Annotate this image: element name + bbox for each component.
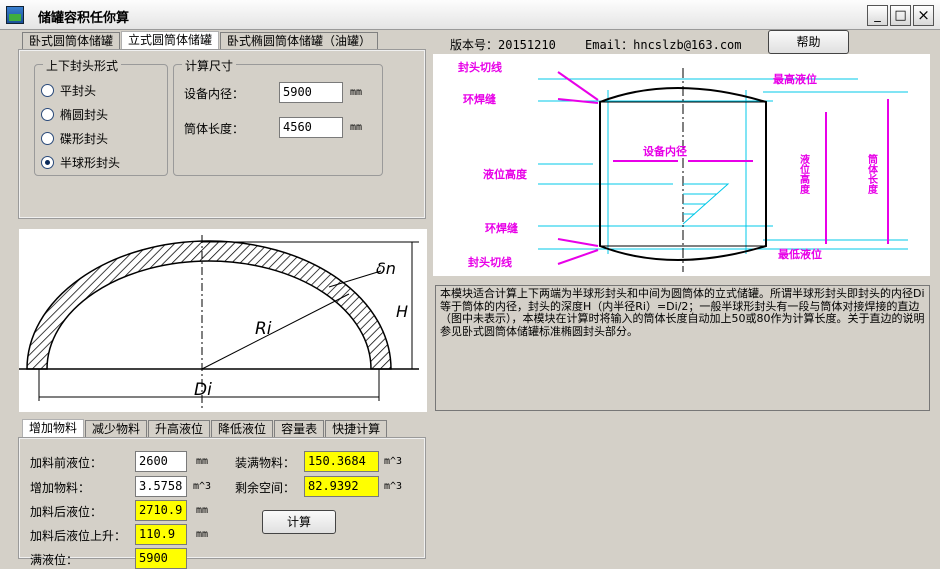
window-title: 储罐容积任你算 bbox=[38, 11, 130, 26]
description-box: 本模块适合计算上下两端为半球形封头和中间为圆筒体的立式储罐。所谓半球形封头即封头… bbox=[435, 285, 930, 411]
add-material-unit: m^3 bbox=[193, 481, 212, 492]
tab-vertical-cylinder[interactable]: 立式圆筒体储罐 bbox=[121, 31, 220, 50]
tank-diagram-svg: 封头切线 最高液位 环焊缝 设备内径 液位高度 环焊缝 封头切线 最低液位 液位… bbox=[458, 60, 908, 272]
close-button[interactable]: × bbox=[913, 5, 934, 26]
length-label: 筒体长度： bbox=[184, 122, 245, 136]
minimize-button[interactable]: _ bbox=[867, 5, 888, 26]
diameter-input[interactable]: 5900 bbox=[279, 82, 343, 103]
remain-space-unit: m^3 bbox=[384, 481, 403, 492]
tab-lower-level[interactable]: 降低液位 bbox=[211, 420, 274, 438]
diameter-label: 设备内径： bbox=[184, 87, 245, 101]
rise-output: 110.9 bbox=[135, 524, 187, 545]
radio-hemispherical-head[interactable]: 半球形封头 bbox=[41, 154, 120, 171]
calculate-button[interactable]: 计算 bbox=[262, 510, 336, 534]
calc-panel: 加料前液位： 2600 mm 增加物料： 3.5758 m^3 加料后液位： 2… bbox=[18, 437, 426, 569]
remain-space-output: 82.9392 bbox=[304, 476, 379, 497]
radio-label: 椭圆封头 bbox=[60, 108, 109, 122]
bottom-seam-label: 封头切线 bbox=[468, 255, 512, 269]
radio-dot-selected[interactable] bbox=[41, 156, 54, 169]
max-level-label: 最高液位 bbox=[773, 72, 817, 86]
r-label: Ri bbox=[255, 319, 272, 339]
before-level-input[interactable]: 2600 bbox=[135, 451, 187, 472]
tank-diagram: 封头切线 最高液位 环焊缝 设备内径 液位高度 环焊缝 封头切线 最低液位 液位… bbox=[433, 54, 930, 276]
calc-tabs: 增加物料 减少物料 升高液位 降低液位 容量表 快捷计算 bbox=[22, 419, 388, 439]
head-diagram-svg: δn H Ri Di bbox=[19, 235, 419, 409]
after-level-unit: mm bbox=[196, 505, 209, 516]
radio-flat-head[interactable]: 平封头 bbox=[41, 82, 96, 99]
size-group-title: 计算尺寸 bbox=[182, 57, 237, 74]
title-bar: 储罐容积任你算 _ □ × bbox=[0, 0, 940, 30]
tab-reduce-material[interactable]: 减少物料 bbox=[85, 420, 148, 438]
after-level-label: 加料后液位： bbox=[30, 505, 103, 519]
tab-raise-level[interactable]: 升高液位 bbox=[148, 420, 211, 438]
radio-label: 平封头 bbox=[60, 84, 97, 98]
version-text: 版本号：20151210 bbox=[450, 38, 556, 52]
head-type-group-title: 上下封头形式 bbox=[43, 57, 122, 74]
radio-elliptic-head[interactable]: 椭圆封头 bbox=[41, 106, 108, 123]
head-type-group: 上下封头形式 平封头 椭圆封头 碟形封头 半球形封头 bbox=[34, 57, 168, 176]
help-button[interactable]: 帮助 bbox=[768, 30, 849, 54]
remain-space-label: 剩余空间： bbox=[235, 481, 296, 495]
h-label: H bbox=[396, 302, 408, 321]
radio-dot[interactable] bbox=[41, 132, 54, 145]
radio-dot[interactable] bbox=[41, 84, 54, 97]
full-material-output: 150.3684 bbox=[304, 451, 379, 472]
size-group: 计算尺寸 设备内径： 5900 mm 筒体长度： 4560 mm bbox=[173, 57, 383, 176]
tab-add-material[interactable]: 增加物料 bbox=[22, 419, 85, 438]
tab-capacity-table[interactable]: 容量表 bbox=[274, 420, 325, 438]
radio-dished-head[interactable]: 碟形封头 bbox=[41, 130, 108, 147]
level-vertical-label: 液位高度 bbox=[798, 153, 810, 195]
full-material-unit: m^3 bbox=[384, 456, 403, 467]
maximize-button[interactable]: □ bbox=[890, 5, 911, 26]
before-level-label: 加料前液位： bbox=[30, 456, 103, 470]
before-level-unit: mm bbox=[196, 456, 209, 467]
tab-horizontal-cylinder[interactable]: 卧式圆筒体储罐 bbox=[22, 32, 121, 50]
diameter-unit: mm bbox=[350, 87, 363, 98]
rise-unit: mm bbox=[196, 529, 209, 540]
full-level-output: 5900 bbox=[135, 548, 187, 569]
level-height-label: 液位高度 bbox=[483, 167, 528, 181]
d-label: Di bbox=[194, 380, 212, 400]
length-vertical-label: 筒体长度 bbox=[866, 153, 878, 195]
delta-label: δn bbox=[376, 259, 396, 278]
parameters-panel: 上下封头形式 平封头 椭圆封头 碟形封头 半球形封头 计算尺寸 设备内径： 59… bbox=[18, 49, 426, 219]
radio-label: 碟形封头 bbox=[60, 132, 109, 146]
top-weld-label: 环焊缝 bbox=[463, 92, 496, 106]
after-level-output: 2710.9 bbox=[135, 500, 187, 521]
tab-horizontal-elliptic[interactable]: 卧式椭圆筒体储罐（油罐） bbox=[220, 32, 379, 50]
top-seam-label: 封头切线 bbox=[458, 60, 502, 74]
diameter-diagram-label: 设备内径 bbox=[643, 144, 687, 158]
tab-quick-calc[interactable]: 快捷计算 bbox=[325, 420, 388, 438]
head-diagram: δn H Ri Di bbox=[19, 229, 427, 412]
add-material-input[interactable]: 3.5758 bbox=[135, 476, 187, 497]
add-material-label: 增加物料： bbox=[30, 481, 91, 495]
length-unit: mm bbox=[350, 122, 363, 133]
app-icon bbox=[6, 6, 24, 24]
email-text: Email：hncslzb@163.com bbox=[585, 38, 742, 52]
length-input[interactable]: 4560 bbox=[279, 117, 343, 138]
tank-type-tabs: 卧式圆筒体储罐 立式圆筒体储罐 卧式椭圆筒体储罐（油罐） bbox=[22, 31, 379, 51]
min-level-label: 最低液位 bbox=[778, 247, 822, 261]
radio-label: 半球形封头 bbox=[60, 156, 121, 170]
radio-dot[interactable] bbox=[41, 108, 54, 121]
full-material-label: 装满物料： bbox=[235, 456, 296, 470]
rise-label: 加料后液位上升： bbox=[30, 529, 127, 543]
bottom-weld-label: 环焊缝 bbox=[485, 221, 518, 235]
